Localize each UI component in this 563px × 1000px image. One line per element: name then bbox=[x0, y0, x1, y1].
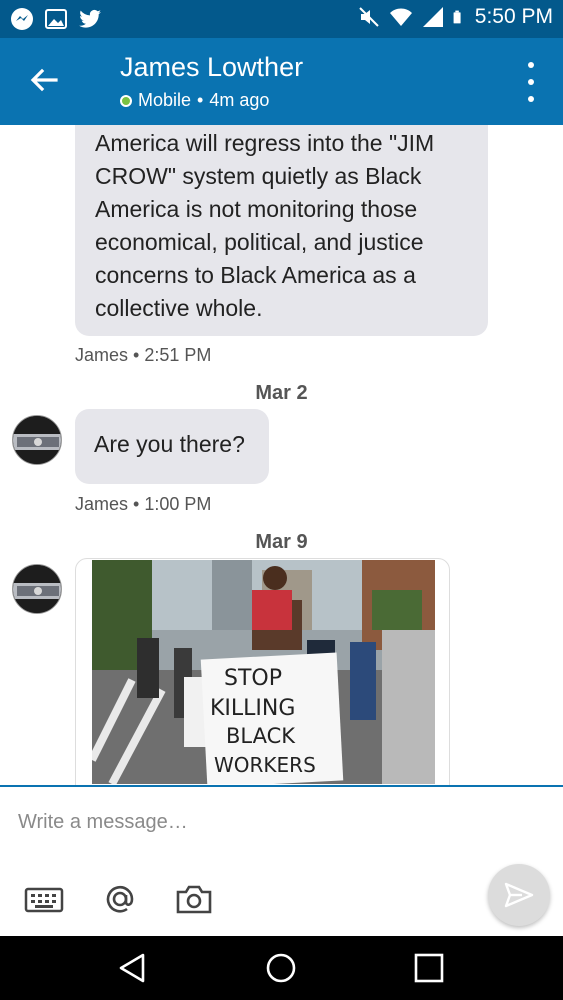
more-options-icon[interactable] bbox=[523, 62, 539, 102]
gallery-icon bbox=[45, 9, 67, 29]
nav-back-icon[interactable] bbox=[115, 950, 151, 986]
sign-line-1: STOP bbox=[224, 666, 282, 691]
signal-icon bbox=[422, 7, 443, 27]
message-input[interactable] bbox=[18, 811, 478, 834]
sign-line-3: BLACK bbox=[226, 724, 296, 748]
status-bar: 5:50 PM bbox=[0, 0, 563, 38]
send-icon bbox=[504, 882, 534, 908]
message-bubble[interactable]: America will regress into the "JIM CROW"… bbox=[75, 125, 488, 336]
message-text: America will regress into the "JIM CROW"… bbox=[95, 130, 435, 321]
presence-status: Mobile • 4m ago bbox=[120, 90, 269, 111]
presence-label: Mobile bbox=[138, 90, 192, 110]
camera-icon[interactable] bbox=[174, 881, 214, 917]
message-text: Are you there? bbox=[94, 431, 245, 457]
image-attachment[interactable]: STOP KILLING BLACK WORKERS bbox=[75, 558, 450, 785]
clock: 5:50 PM bbox=[474, 5, 553, 28]
sign-line-2: KILLING bbox=[210, 696, 295, 721]
message-meta: James • 1:00 PM bbox=[75, 494, 212, 514]
battery-icon bbox=[453, 10, 461, 24]
avatar-image bbox=[13, 416, 61, 464]
date-separator: Mar 2 bbox=[255, 382, 308, 404]
wifi-icon bbox=[389, 8, 412, 26]
keyboard-icon[interactable] bbox=[24, 881, 64, 917]
message-bubble[interactable]: Are you there? bbox=[75, 409, 269, 484]
avatar-image bbox=[13, 565, 61, 613]
send-button[interactable] bbox=[488, 864, 550, 926]
avatar[interactable] bbox=[12, 564, 62, 614]
mention-icon[interactable] bbox=[100, 881, 140, 917]
presence-separator: • bbox=[197, 90, 204, 110]
nav-recents-icon[interactable] bbox=[411, 950, 447, 986]
message-meta: James • 2:51 PM bbox=[75, 345, 212, 365]
nav-home-icon[interactable] bbox=[263, 950, 299, 986]
avatar[interactable] bbox=[12, 415, 62, 465]
online-dot-icon bbox=[120, 94, 132, 107]
notification-icons bbox=[10, 7, 102, 31]
protest-photo: STOP KILLING BLACK WORKERS bbox=[92, 560, 435, 784]
system-nav-bar bbox=[0, 936, 563, 1000]
conversation-header: James Lowther Mobile • 4m ago bbox=[0, 38, 563, 125]
last-seen: 4m ago bbox=[209, 90, 270, 110]
twitter-icon bbox=[79, 9, 101, 28]
contact-name[interactable]: James Lowther bbox=[120, 52, 303, 83]
date-separator: Mar 9 bbox=[255, 531, 308, 553]
system-icons: 5:50 PM bbox=[357, 5, 553, 29]
messenger-icon bbox=[11, 8, 33, 30]
mute-icon bbox=[359, 7, 379, 27]
message-list[interactable]: America will regress into the "JIM CROW"… bbox=[0, 125, 563, 785]
message-composer bbox=[0, 785, 563, 936]
back-arrow-icon[interactable] bbox=[26, 62, 62, 98]
sign-line-4: WORKERS bbox=[214, 753, 316, 777]
